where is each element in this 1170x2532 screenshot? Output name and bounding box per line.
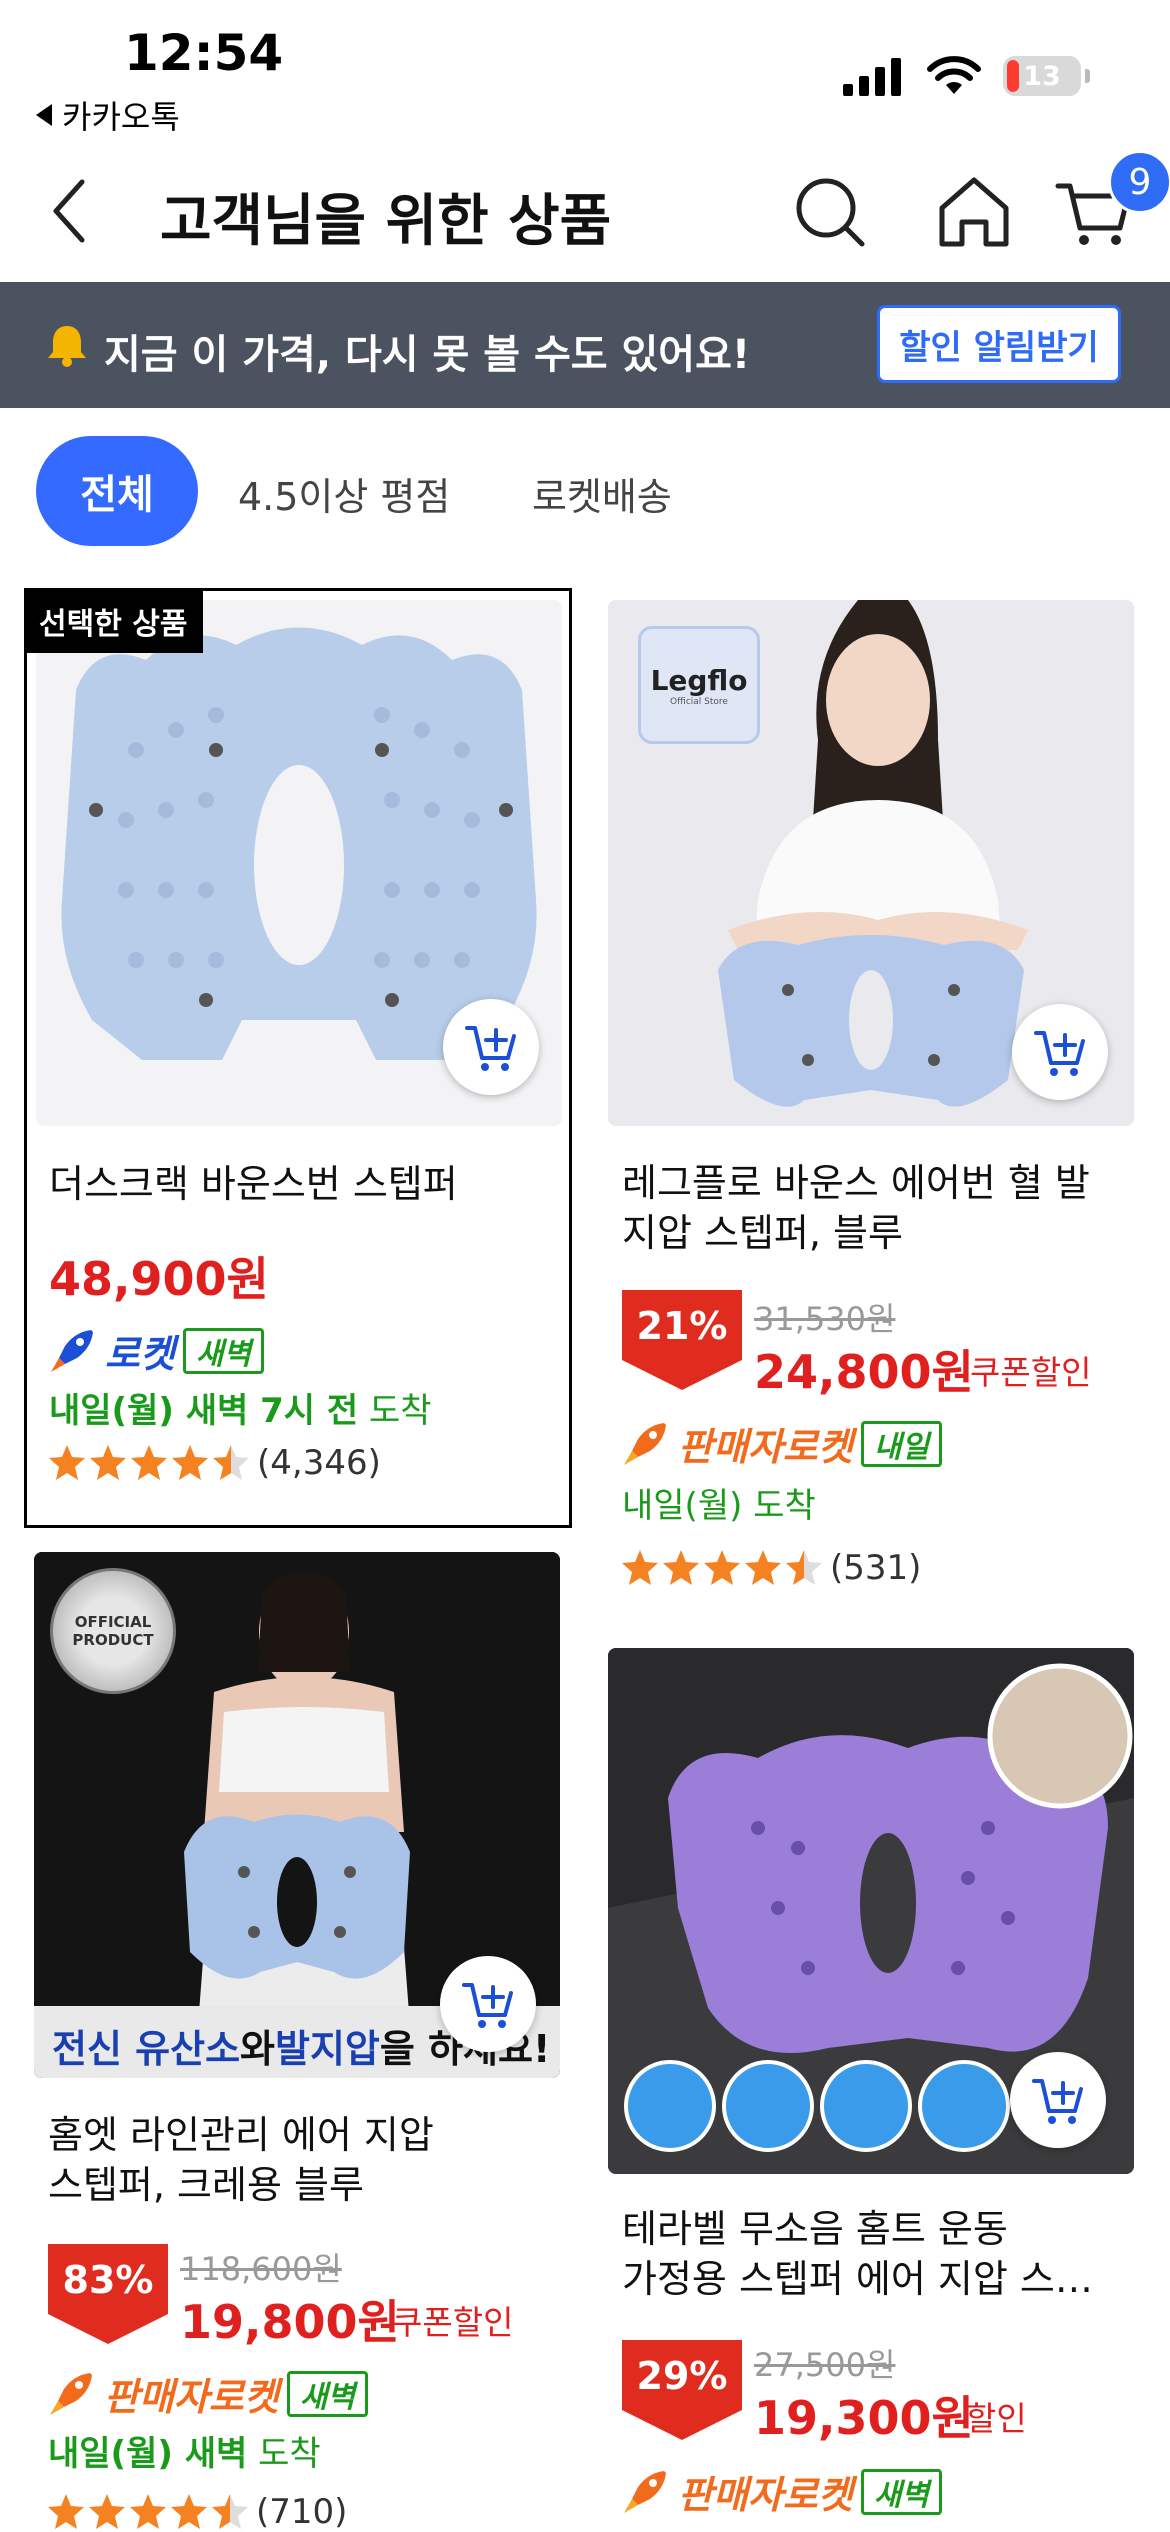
seller-rocket-badge-2: 판매자로켓 내일 bbox=[620, 1416, 943, 1471]
banner-text: 지금 이 가격, 다시 못 볼 수도 있어요! bbox=[104, 332, 751, 378]
product-card-2[interactable]: Legflo Official Store 레그플로 바운스 에어번 혈 발 지… bbox=[608, 600, 1148, 1600]
status-time: 12:54 bbox=[124, 24, 284, 82]
price-alert-button[interactable]: 할인 알림받기 bbox=[877, 305, 1121, 383]
rocket-icon bbox=[624, 2470, 666, 2513]
product-name-2[interactable]: 레그플로 바운스 에어번 혈 발 지압 스텝퍼, 블루 bbox=[622, 1158, 1132, 1258]
official-product-badge: OFFICIAL PRODUCT bbox=[50, 1568, 176, 1694]
selected-label: 선택한 상품 bbox=[27, 591, 204, 653]
bell-icon bbox=[48, 326, 86, 367]
battery-level: 13 bbox=[1023, 60, 1061, 92]
rocket-icon bbox=[624, 1422, 666, 1465]
add-cart-icon bbox=[1034, 1031, 1085, 1076]
battery-icon: 13 bbox=[1003, 56, 1081, 96]
product-card-4[interactable]: 테라벨 무소음 홈트 운동 가정용 스텝퍼 에어 지압 스… 29% 27,50… bbox=[608, 1648, 1148, 2532]
review-count-2: (531) bbox=[830, 1548, 922, 1588]
discount-badge-4: 29% bbox=[622, 2340, 742, 2440]
delivery-tag: 새벽 bbox=[860, 2468, 943, 2515]
add-to-cart-button-3[interactable] bbox=[440, 1956, 536, 2052]
status-icons: 13 bbox=[843, 56, 1090, 96]
rocket-label: 로켓 bbox=[105, 1332, 175, 1376]
price-note-2: 쿠폰할인 bbox=[970, 1353, 1092, 1392]
seller-rocket-label: 판매자로켓 bbox=[678, 1425, 853, 1469]
seller-rocket-label: 판매자로켓 bbox=[104, 2375, 279, 2419]
seller-rocket-badge-4: 판매자로켓 새벽 bbox=[620, 2464, 943, 2519]
price-alert-banner: 지금 이 가격, 다시 못 볼 수도 있어요! 할인 알림받기 bbox=[0, 282, 1170, 408]
product-price-4: 19,300원 bbox=[754, 2391, 974, 2445]
delivery-info-3: 내일(월) 새벽 도착 bbox=[48, 2434, 321, 2474]
review-count-1: (4,346) bbox=[257, 1443, 381, 1483]
search-icon[interactable] bbox=[790, 172, 870, 252]
delivery-info-1: 내일(월) 새벽 7시 전 도착 bbox=[49, 1391, 432, 1431]
back-to-app-link[interactable]: 카카오톡 bbox=[36, 92, 180, 138]
add-cart-icon bbox=[465, 1026, 516, 1071]
product-price-3: 19,800원 bbox=[180, 2295, 400, 2349]
add-cart-icon bbox=[1032, 2079, 1083, 2124]
brand-logo: Legflo Official Store bbox=[638, 626, 760, 744]
original-price-4: 27,500원 bbox=[754, 2346, 896, 2384]
product-card-3[interactable]: 전신 유산소와발지압을 하세요! OFFICIAL PRODUCT 홈엣 라인관… bbox=[34, 1552, 574, 2532]
seller-rocket-badge-3: 판매자로켓 새벽 bbox=[46, 2366, 369, 2421]
home-icon[interactable] bbox=[934, 172, 1014, 252]
rocket-icon bbox=[51, 1329, 93, 1372]
star-rating-icon bbox=[48, 2494, 248, 2529]
filter-tab-all[interactable]: 전체 bbox=[36, 436, 198, 546]
product-name-3[interactable]: 홈엣 라인관리 에어 지압 스텝퍼, 크레용 블루 bbox=[48, 2110, 558, 2210]
product-price-1: 48,900원 bbox=[49, 1252, 269, 1306]
discount-badge-3: 83% bbox=[48, 2244, 168, 2344]
rating-row-3: (710) bbox=[46, 2492, 347, 2532]
add-cart-icon bbox=[462, 1983, 513, 2028]
rating-row-1: (4,346) bbox=[47, 1443, 381, 1483]
delivery-tag: 새벽 bbox=[182, 1327, 265, 1374]
rocket-badge-1: 로켓 새벽 bbox=[47, 1323, 265, 1378]
add-to-cart-button-4[interactable] bbox=[1010, 2052, 1106, 2148]
filter-tab-rocket[interactable]: 로켓배송 bbox=[532, 466, 672, 521]
review-count-3: (710) bbox=[256, 2492, 348, 2532]
seller-rocket-label: 판매자로켓 bbox=[678, 2473, 853, 2517]
original-price-2: 31,530원 bbox=[754, 1300, 896, 1338]
delivery-info-2: 내일(월) 도착 bbox=[622, 1486, 816, 1526]
filter-tab-rating[interactable]: 4.5이상 평점 bbox=[238, 466, 450, 521]
product-name-1[interactable]: 더스크랙 바운스번 스텝퍼 bbox=[49, 1159, 559, 1209]
product-card-1[interactable]: 선택한 상품 더스크랙 바운스번 스텝퍼 48,900원 로켓 새벽 내일(월)… bbox=[24, 588, 572, 1528]
back-triangle-icon bbox=[36, 104, 52, 126]
page-title: 고객님을 위한 상품 bbox=[160, 189, 612, 254]
cart-count-badge: 9 bbox=[1108, 150, 1170, 214]
app-header: 고객님을 위한 상품 9 bbox=[0, 150, 1170, 270]
back-app-label: 카카오톡 bbox=[62, 98, 180, 136]
rocket-icon bbox=[50, 2372, 92, 2415]
rating-row-2: (531) bbox=[620, 1548, 921, 1588]
delivery-tag: 내일 bbox=[860, 1420, 943, 1467]
star-rating-icon bbox=[622, 1550, 822, 1585]
original-price-3: 118,600원 bbox=[180, 2250, 342, 2288]
delivery-tag: 새벽 bbox=[286, 2370, 369, 2417]
signal-icon bbox=[843, 58, 901, 96]
add-to-cart-button-2[interactable] bbox=[1012, 1004, 1108, 1100]
product-price-2: 24,800원 bbox=[754, 1345, 974, 1399]
discount-badge-2: 21% bbox=[622, 1290, 742, 1390]
star-rating-icon bbox=[49, 1445, 249, 1480]
product-name-4[interactable]: 테라벨 무소음 홈트 운동 가정용 스텝퍼 에어 지압 스… bbox=[622, 2204, 1132, 2304]
add-to-cart-button-1[interactable] bbox=[443, 999, 539, 1095]
price-note-4: 할인 bbox=[966, 2399, 1027, 2438]
wifi-icon bbox=[927, 56, 981, 94]
back-arrow-icon[interactable] bbox=[44, 176, 100, 246]
price-note-3: 쿠폰할인 bbox=[392, 2303, 514, 2342]
